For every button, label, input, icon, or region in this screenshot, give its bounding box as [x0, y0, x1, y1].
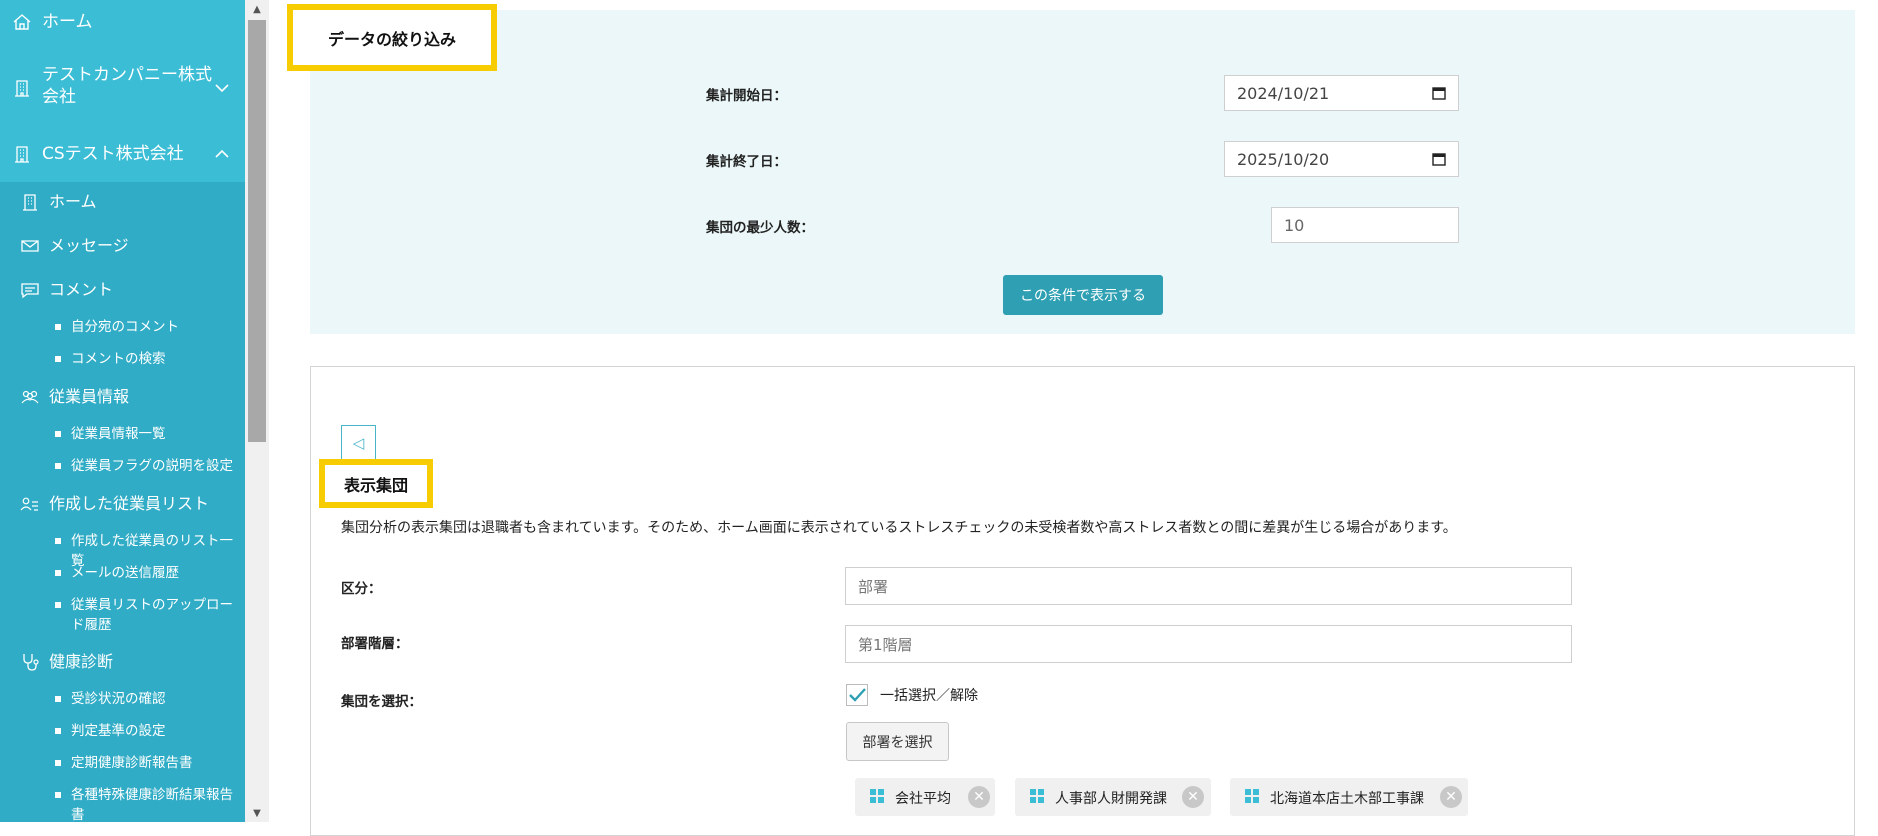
sidebar-submenu: ホーム メッセージ コメント 自分宛のコメント コメントの検索 従業員情報 従業…: [0, 182, 245, 822]
group-select-label: 集団を選択：: [341, 694, 422, 710]
sidebar-scrollbar[interactable]: ▲ ▼: [245, 0, 269, 822]
collapse-arrow-icon: ◁: [352, 434, 365, 452]
group-tag: 人事部人財開発課 ✕: [1015, 778, 1211, 816]
end-date-value: 2025/10/20: [1237, 149, 1330, 169]
building-icon: [12, 144, 32, 164]
sidebar-leaf-label: 従業員フラグの説明を設定: [71, 458, 233, 474]
bullet-icon: [55, 538, 61, 544]
group-tag: 北海道本店土木部工事課 ✕: [1230, 778, 1468, 816]
grid-icon: [1245, 789, 1259, 803]
collapse-toggle[interactable]: ◁: [341, 425, 376, 460]
sidebar-item-label: CSテスト株式会社: [42, 144, 184, 164]
grid-icon: [870, 789, 884, 803]
scrollbar-thumb[interactable]: [248, 20, 266, 442]
group-tag-label: 人事部人財開発課: [1055, 791, 1167, 807]
group-tag-label: 会社平均: [895, 791, 951, 807]
bullet-icon: [55, 696, 61, 702]
people-icon: [21, 390, 39, 404]
dept-level-label: 部署階層：: [341, 636, 409, 652]
bulk-select-label: 一括選択／解除: [880, 688, 978, 704]
sidebar-leaf-label: 受診状況の確認: [71, 691, 166, 707]
sidebar-item-cs-test[interactable]: CSテスト株式会社: [0, 143, 245, 165]
sidebar-leaf-label: 従業員情報一覧: [71, 426, 166, 442]
envelope-icon: [21, 240, 39, 252]
sidebar-item-created-lists[interactable]: 作成した従業員リスト: [0, 494, 245, 514]
start-date-value: 2024/10/21: [1237, 83, 1330, 103]
dept-level-select[interactable]: 第1階層: [845, 625, 1572, 663]
calendar-icon[interactable]: [1432, 86, 1446, 100]
sidebar-leaf-label: 従業員リストのアップロード履歴: [71, 597, 233, 633]
start-date-label: 集計開始日：: [706, 88, 787, 104]
chevron-down-icon[interactable]: [213, 79, 231, 97]
groups-notice: 集団分析の表示集団は退職者も含まれています。そのため、ホーム画面に表示されている…: [341, 520, 1457, 536]
building-icon: [12, 78, 32, 98]
end-date-label: 集計終了日：: [706, 154, 787, 170]
bullet-icon: [55, 431, 61, 437]
min-size-value: 10: [1284, 215, 1305, 235]
category-select[interactable]: 部署: [845, 567, 1572, 605]
remove-tag-icon[interactable]: ✕: [1440, 786, 1462, 808]
user-list-icon: [20, 497, 38, 511]
building-icon: [23, 194, 37, 211]
bullet-icon: [55, 728, 61, 734]
home-icon: [12, 12, 32, 32]
sidebar-leaf-label: 定期健康診断報告書: [71, 755, 193, 771]
sidebar-item-home[interactable]: ホーム: [0, 11, 245, 33]
sidebar-item-label: メッセージ: [49, 236, 129, 255]
sidebar-leaf-label: 各種特殊健康診断結果報告書: [71, 787, 233, 822]
dept-level-value: 第1階層: [858, 635, 913, 654]
sidebar-item-company-home[interactable]: ホーム: [0, 192, 245, 212]
end-date-input[interactable]: 2025/10/20: [1224, 141, 1459, 177]
sidebar-item-label: ホーム: [42, 12, 93, 32]
bullet-icon: [55, 324, 61, 330]
start-date-input[interactable]: 2024/10/21: [1224, 75, 1459, 111]
sidebar-item-label: コメント: [49, 280, 114, 299]
sidebar-leaf-label: 判定基準の設定: [71, 723, 166, 739]
category-label: 区分：: [341, 581, 382, 597]
min-size-label: 集団の最少人数：: [706, 220, 814, 236]
bullet-icon: [55, 463, 61, 469]
bullet-icon: [55, 602, 61, 608]
sidebar-item-health-check[interactable]: 健康診断: [0, 652, 245, 672]
sidebar-item-test-company[interactable]: テストカンパニー株式会社: [0, 64, 245, 112]
sidebar-item-comments[interactable]: コメント: [0, 280, 245, 300]
sidebar-item-label: 作成した従業員リスト: [49, 494, 210, 513]
sidebar-item-employee-info[interactable]: 従業員情報: [0, 387, 245, 407]
sidebar-item-label: ホーム: [49, 192, 97, 211]
scroll-down-arrow-icon[interactable]: ▼: [245, 804, 269, 822]
bullet-icon: [55, 792, 61, 798]
min-size-input[interactable]: 10: [1271, 207, 1459, 243]
apply-filter-button[interactable]: この条件で表示する: [1003, 275, 1163, 315]
category-value: 部署: [858, 577, 889, 596]
bullet-icon: [55, 356, 61, 362]
stethoscope-icon: [23, 654, 39, 671]
remove-tag-icon[interactable]: ✕: [1182, 786, 1204, 808]
calendar-icon[interactable]: [1432, 152, 1446, 166]
groups-title: 表示集団: [319, 459, 433, 508]
bulk-select-checkbox[interactable]: [846, 684, 868, 706]
filter-title: データの絞り込み: [287, 4, 497, 71]
comment-icon: [21, 283, 39, 299]
sidebar-item-label: 健康診断: [49, 652, 114, 671]
sidebar-item-messages[interactable]: メッセージ: [0, 236, 245, 256]
sidebar: ホーム テストカンパニー株式会社 CSテスト株式会社 ホーム メッセージ コメン…: [0, 0, 245, 822]
sidebar-leaf-label: コメントの検索: [71, 351, 166, 367]
bullet-icon: [55, 570, 61, 576]
checkmark-icon: [849, 688, 866, 702]
remove-tag-icon[interactable]: ✕: [968, 786, 990, 808]
sidebar-item-label: 従業員情報: [49, 387, 130, 406]
bullet-icon: [55, 760, 61, 766]
scroll-up-arrow-icon[interactable]: ▲: [245, 0, 269, 18]
grid-icon: [1030, 789, 1044, 803]
group-tag-label: 北海道本店土木部工事課: [1270, 791, 1424, 807]
sidebar-leaf-label: メールの送信履歴: [71, 565, 179, 581]
group-tag: 会社平均 ✕: [855, 778, 995, 816]
sidebar-item-label: テストカンパニー株式会社: [42, 65, 212, 107]
chevron-up-icon[interactable]: [213, 145, 231, 163]
sidebar-leaf-label: 自分宛のコメント: [71, 319, 179, 335]
select-department-button[interactable]: 部署を選択: [846, 722, 949, 761]
